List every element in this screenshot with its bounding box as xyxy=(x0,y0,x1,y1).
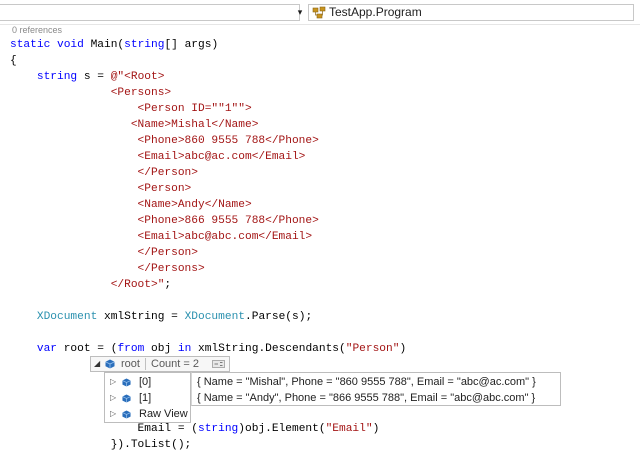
code-token: </Person> xyxy=(10,167,198,179)
code-token: Main( xyxy=(90,39,125,51)
separator xyxy=(145,358,146,370)
datatip-item-name: [0] xyxy=(139,376,152,388)
code-token: <Email>abc@ac.com</Email> xyxy=(10,151,306,163)
object-icon xyxy=(122,394,131,403)
code-line[interactable]: <Person> xyxy=(10,181,192,197)
code-line[interactable]: <Person ID=""1""> xyxy=(10,101,252,117)
class-icon xyxy=(312,6,326,19)
code-token: .Parse(s); xyxy=(245,311,313,323)
code-token: var xyxy=(36,343,64,355)
code-token: <Name>Mishal</Name> xyxy=(10,119,259,131)
code-token: ) xyxy=(399,343,407,355)
code-token: string xyxy=(36,71,84,83)
code-token: root = ( xyxy=(63,343,118,355)
code-token: s = xyxy=(83,71,111,83)
expand-icon[interactable]: ▷ xyxy=(110,390,116,406)
code-token: <Phone>866 9555 788</Phone> xyxy=(10,215,319,227)
datatip-item-row[interactable]: ▷ [0] xyxy=(105,374,190,390)
magnifier-icon[interactable] xyxy=(212,360,225,368)
code-token: <Email>abc@abc.com</Email> xyxy=(10,231,313,243)
code-token: </Persons> xyxy=(10,263,205,275)
code-token: in xyxy=(177,343,199,355)
code-line[interactable]: </Root>"; xyxy=(10,277,171,293)
code-line[interactable]: var root = (from obj in xmlString.Descen… xyxy=(10,341,406,357)
member-dropdown[interactable] xyxy=(0,4,300,21)
code-line[interactable]: XDocument xmlString = XDocument.Parse(s)… xyxy=(10,309,312,325)
code-token: "Person" xyxy=(345,343,400,355)
code-line[interactable]: <Phone>860 9555 788</Phone> xyxy=(10,133,319,149)
code-token: xmlString = xyxy=(104,311,185,323)
code-token: string xyxy=(197,423,239,435)
code-token: void xyxy=(57,39,91,51)
code-token: "Email" xyxy=(325,423,373,435)
datatip-raw-view-row[interactable]: ▷ Raw View xyxy=(105,406,190,422)
datatip-item-name: [1] xyxy=(139,392,152,404)
code-line[interactable]: { xyxy=(10,53,17,69)
code-line[interactable]: }).ToList(); xyxy=(10,437,192,453)
code-line[interactable]: </Person> xyxy=(10,245,198,261)
code-token: xmlString.Descendants( xyxy=(198,343,346,355)
code-token: string xyxy=(124,39,165,51)
code-token: </Person> xyxy=(10,247,198,259)
datatip-root-row[interactable]: ◢ root Count = 2 xyxy=(90,356,230,372)
object-icon xyxy=(122,378,131,387)
code-line[interactable]: <Email>abc@abc.com</Email> xyxy=(10,229,313,245)
code-token: )obj.Element( xyxy=(238,423,326,435)
class-dropdown[interactable]: TestApp.Program xyxy=(308,4,634,21)
code-token: from xyxy=(117,343,152,355)
datatip-raw-view-label: Raw View xyxy=(139,408,188,420)
datatip-children-panel: ▷ [0] ▷ [1] ▷ Raw View xyxy=(104,372,191,423)
code-token: ) xyxy=(372,423,380,435)
code-line[interactable]: static void Main(string[] args) xyxy=(10,37,218,53)
datatip-values-panel: { Name = "Mishal", Phone = "860 9555 788… xyxy=(191,372,561,406)
object-icon xyxy=(105,359,115,369)
navigation-bar: ▾ TestApp.Program xyxy=(0,0,640,25)
references-codelens[interactable]: 0 references xyxy=(12,25,62,35)
code-token: <Persons> xyxy=(10,87,172,99)
code-token: obj xyxy=(151,343,178,355)
class-name: TestApp.Program xyxy=(329,5,422,19)
code-line[interactable]: string s = @"<Root> xyxy=(10,69,165,85)
code-token: { xyxy=(10,55,17,67)
expand-icon[interactable]: ▷ xyxy=(110,374,116,390)
code-line[interactable]: </Persons> xyxy=(10,261,205,277)
code-line[interactable]: <Name>Mishal</Name> xyxy=(10,117,259,133)
code-token: <Person> xyxy=(10,183,192,195)
code-token: <Name>Andy</Name> xyxy=(10,199,252,211)
datatip-root-value: Count = 2 xyxy=(151,358,200,370)
code-token: ; xyxy=(164,279,172,291)
code-line[interactable]: <Email>abc@ac.com</Email> xyxy=(10,149,306,165)
code-token: </Root>" xyxy=(10,279,165,291)
code-line[interactable]: <Phone>866 9555 788</Phone> xyxy=(10,213,319,229)
code-token: XDocument xyxy=(36,311,104,323)
code-token: Email = ( xyxy=(10,423,198,435)
code-token: @"<Root> xyxy=(110,71,165,83)
datatip-item-row[interactable]: ▷ [1] xyxy=(105,390,190,406)
code-line[interactable]: Email = (string)obj.Element("Email") xyxy=(10,421,380,437)
object-icon xyxy=(122,410,131,419)
code-token: <Person ID=""1""> xyxy=(10,103,252,115)
datatip-item-value[interactable]: { Name = "Andy", Phone = "866 9555 788",… xyxy=(197,390,535,406)
collapse-icon[interactable]: ◢ xyxy=(94,357,100,371)
code-token: [] args) xyxy=(164,39,219,51)
code-line[interactable]: <Name>Andy</Name> xyxy=(10,197,252,213)
code-token: <Phone>860 9555 788</Phone> xyxy=(10,135,319,147)
code-token: static xyxy=(10,39,57,51)
code-token: }).ToList(); xyxy=(10,439,192,451)
code-line[interactable]: <Persons> xyxy=(10,85,171,101)
chevron-down-icon[interactable]: ▾ xyxy=(292,5,308,20)
expand-icon[interactable]: ▷ xyxy=(110,406,116,422)
datatip-root-name: root xyxy=(121,358,140,370)
code-token: XDocument xyxy=(184,311,246,323)
datatip-item-value[interactable]: { Name = "Mishal", Phone = "860 9555 788… xyxy=(197,374,536,390)
code-line[interactable]: </Person> xyxy=(10,165,198,181)
